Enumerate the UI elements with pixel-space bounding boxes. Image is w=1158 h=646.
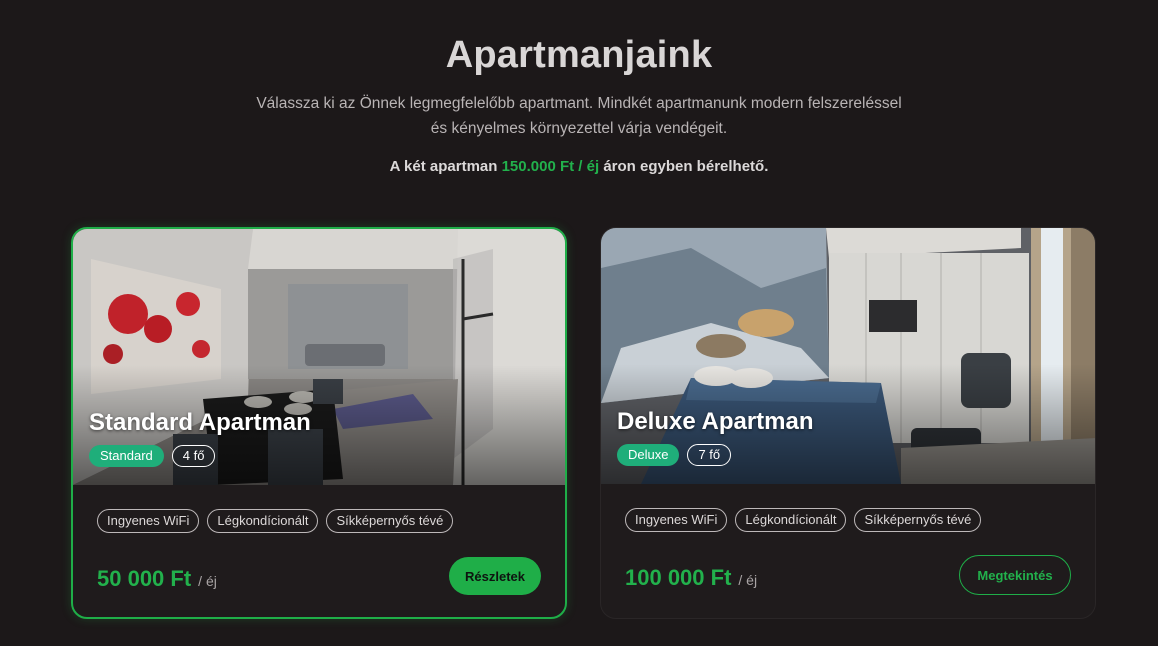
amenity-list: Ingyenes WiFi Légkondícionált Síkképerny… bbox=[97, 509, 454, 533]
amenity-ac: Légkondícionált bbox=[735, 508, 847, 532]
amenity-tv: Síkképernyős tévé bbox=[854, 508, 982, 532]
amenity-tv: Síkképernyős tévé bbox=[326, 509, 454, 533]
view-button[interactable]: Megtekintés bbox=[959, 555, 1071, 595]
bedroom-photo: Deluxe Apartman Deluxe 7 fő bbox=[601, 228, 1095, 484]
combined-price-note: A két apartman 150.000 Ft / éj áron egyb… bbox=[0, 158, 1158, 175]
apartment-name: Deluxe Apartman bbox=[617, 408, 814, 435]
apartment-price: 100 000 Ft / éj bbox=[625, 565, 757, 591]
apartments-section: Apartmanjaink Válassza ki az Önnek legme… bbox=[0, 0, 1158, 646]
details-button[interactable]: Részletek bbox=[449, 557, 541, 595]
amenity-list: Ingyenes WiFi Légkondícionált Síkképerny… bbox=[625, 508, 982, 532]
apartment-badges: Standard 4 fő bbox=[89, 445, 216, 467]
capacity-badge: 4 fő bbox=[171, 445, 216, 467]
type-badge: Deluxe bbox=[617, 444, 680, 466]
subtitle-line-1: Válassza ki az Önnek legmegfelelőbb apar… bbox=[256, 95, 902, 112]
amenity-ac: Légkondícionált bbox=[207, 509, 319, 533]
price-note-prefix: A két apartman bbox=[389, 158, 498, 175]
amenity-wifi: Ingyenes WiFi bbox=[97, 509, 200, 533]
living-room-photo: Standard Apartman Standard 4 fő bbox=[73, 229, 565, 485]
subtitle-line-2: és kényelmes környezettel várja vendégei… bbox=[430, 120, 728, 137]
apartment-card-standard[interactable]: Standard Apartman Standard 4 fő Ingyenes… bbox=[71, 227, 567, 619]
apartment-price: 50 000 Ft / éj bbox=[97, 566, 217, 592]
apartment-name: Standard Apartman bbox=[89, 409, 311, 436]
price-unit: / éj bbox=[738, 572, 758, 588]
price-amount: 100 000 Ft bbox=[625, 565, 732, 590]
price-note-suffix: áron egyben bérelhető. bbox=[603, 158, 769, 175]
page-title: Apartmanjaink bbox=[445, 34, 713, 76]
price-unit: / éj bbox=[198, 573, 217, 589]
apartment-badges: Deluxe 7 fő bbox=[617, 444, 732, 466]
amenity-wifi: Ingyenes WiFi bbox=[625, 508, 728, 532]
type-badge: Standard bbox=[89, 445, 164, 467]
apartment-card-deluxe[interactable]: Deluxe Apartman Deluxe 7 fő Ingyenes WiF… bbox=[600, 227, 1096, 619]
capacity-badge: 7 fő bbox=[687, 444, 732, 466]
section-subtitle: Válassza ki az Önnek legmegfelelőbb apar… bbox=[240, 91, 918, 141]
price-note-highlight: 150.000 Ft / éj bbox=[501, 158, 600, 175]
price-amount: 50 000 Ft bbox=[97, 566, 192, 591]
